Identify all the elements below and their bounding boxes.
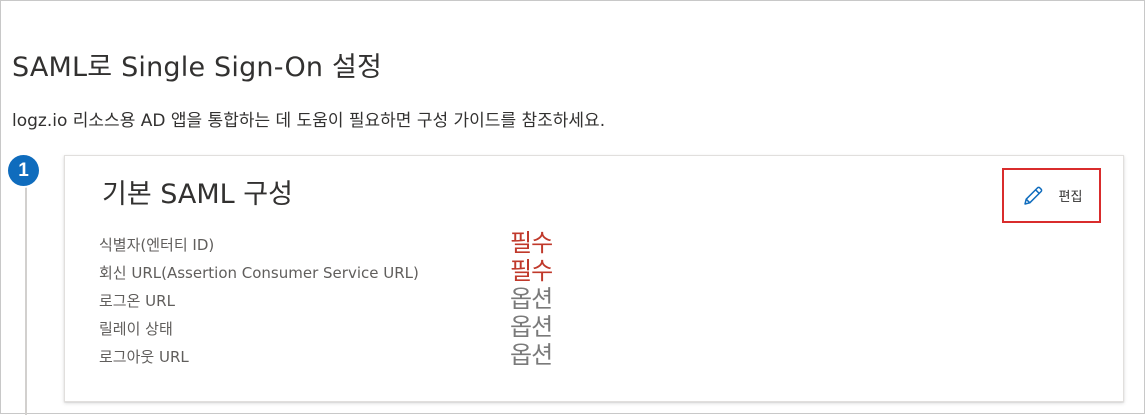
step-number-badge: 1 [8,155,39,186]
field-value-reply-url: 필수 [510,257,553,285]
field-label-sign-on-url: 로그온 URL [99,292,175,310]
pencil-icon [1021,184,1045,208]
field-value-relay-state: 옵션 [510,313,553,341]
page-title: SAML로 Single Sign-On 설정 [12,52,383,83]
field-label-relay-state: 릴레이 상태 [99,320,173,338]
basic-saml-config-card: 기본 SAML 구성 편집 식별자(엔터티 ID) 회신 URL(Asserti… [64,155,1124,402]
edit-button[interactable]: 편집 [1002,168,1101,223]
step-connector-line [25,181,27,415]
field-label-logout-url: 로그아웃 URL [99,348,189,366]
field-value-logout-url: 옵션 [510,341,553,369]
field-label-identifier: 식별자(엔터티 ID) [99,236,215,254]
card-title: 기본 SAML 구성 [102,179,293,210]
edit-button-label: 편집 [1058,190,1083,205]
page-description: logz.io 리소스용 AD 앱을 통합하는 데 도움이 필요하면 구성 가이… [12,106,605,131]
field-values: 필수 필수 옵션 옵션 옵션 [510,229,553,369]
field-value-identifier: 필수 [510,229,553,257]
field-labels: 식별자(엔터티 ID) 회신 URL(Assertion Consumer Se… [99,231,419,371]
field-value-sign-on-url: 옵션 [510,285,553,313]
app-name: logz.io [12,111,68,131]
description-text: 리소스용 AD 앱을 통합하는 데 도움이 필요하면 구성 가이드를 참조하세요… [67,111,606,131]
field-label-reply-url: 회신 URL(Assertion Consumer Service URL) [99,264,419,282]
